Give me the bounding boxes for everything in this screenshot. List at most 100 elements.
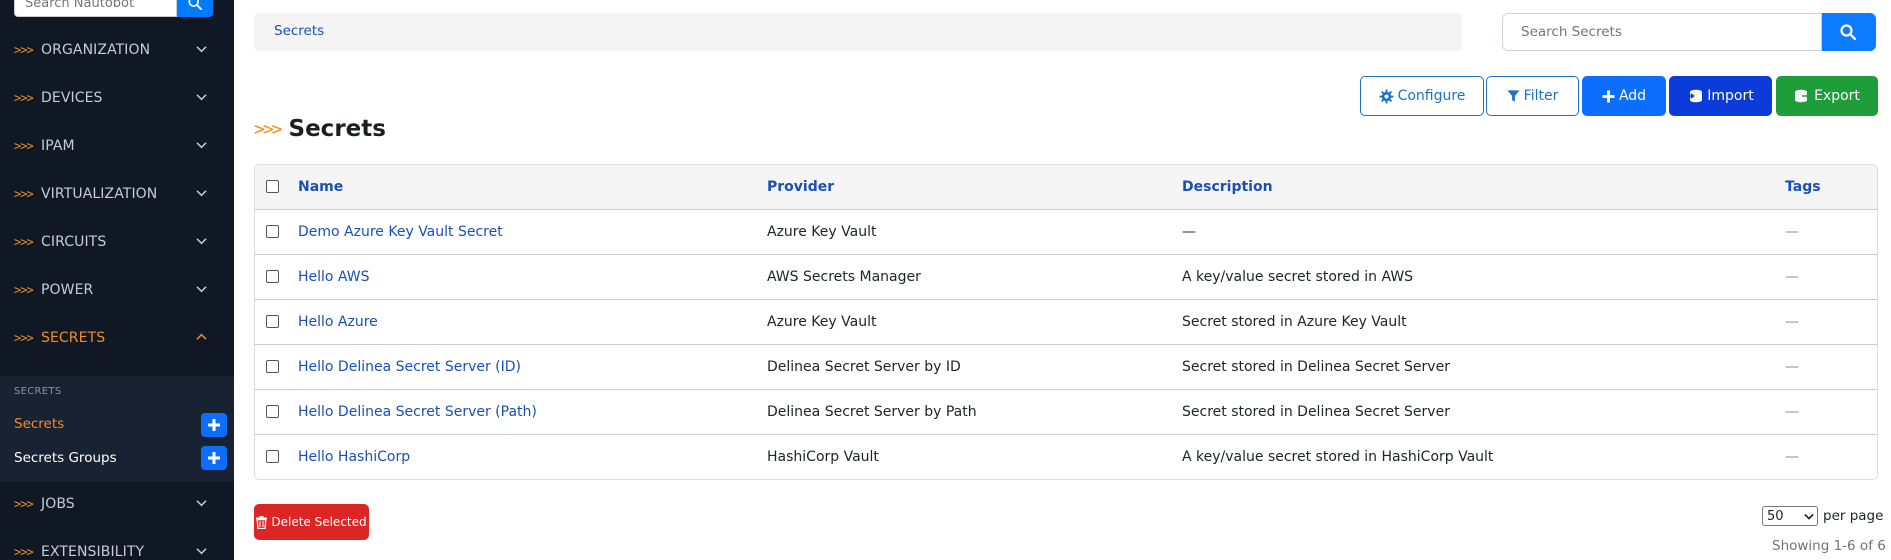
nav-label: IPAM: [41, 138, 75, 154]
nav-chevron-glyph: >>>: [14, 187, 34, 201]
nav-circuits[interactable]: >>> CIRCUITS: [0, 225, 234, 259]
chevron-down-icon: [196, 142, 207, 149]
chevron-down-icon: [196, 46, 207, 53]
nav-chevron-glyph: >>>: [14, 331, 34, 345]
secret-provider: Delinea Secret Server by ID: [767, 359, 961, 375]
filter-button[interactable]: Filter: [1486, 76, 1579, 116]
chevron-down-icon: [196, 190, 207, 197]
configure-button[interactable]: Configure: [1360, 76, 1484, 116]
secret-tags: —: [1785, 224, 1799, 240]
search-secrets-button[interactable]: [1822, 13, 1876, 51]
secret-tags: —: [1785, 269, 1799, 285]
database-export-icon: [1795, 89, 1811, 103]
chevron-down-icon: [1804, 513, 1814, 520]
import-label: Import: [1707, 88, 1754, 104]
column-header-provider[interactable]: Provider: [767, 179, 834, 195]
database-import-icon: [1687, 89, 1703, 103]
delete-selected-label: Delete Selected: [271, 515, 367, 529]
table-row: Hello Delinea Secret Server (Path) Delin…: [255, 390, 1877, 435]
nav-secrets[interactable]: >>> SECRETS: [0, 321, 234, 355]
nav-devices[interactable]: >>> DEVICES: [0, 81, 234, 115]
row-select-checkbox[interactable]: [266, 225, 279, 238]
table-header: Name Provider Description Tags: [255, 165, 1877, 210]
subnav-section-label: SECRETS: [14, 386, 62, 397]
search-icon: [188, 0, 202, 10]
column-header-name[interactable]: Name: [298, 179, 343, 195]
sidebar-search-button[interactable]: [177, 0, 213, 17]
breadcrumb: Secrets: [254, 13, 1462, 51]
secret-name-link[interactable]: Hello Azure: [298, 314, 378, 330]
chevron-down-icon: [196, 286, 207, 293]
nav-label: SECRETS: [41, 330, 106, 346]
per-page-control: 50 per page: [1762, 506, 1883, 526]
plus-icon: [208, 419, 220, 431]
add-secret-button[interactable]: [201, 413, 227, 437]
nav-jobs[interactable]: >>> JOBS: [0, 487, 234, 521]
plus-icon: [208, 452, 220, 464]
column-header-tags[interactable]: Tags: [1785, 179, 1821, 195]
nav-extensibility[interactable]: >>> EXTENSIBILITY: [0, 535, 234, 560]
row-select-checkbox[interactable]: [266, 315, 279, 328]
secret-provider: Azure Key Vault: [767, 224, 877, 240]
secret-name-link[interactable]: Demo Azure Key Vault Secret: [298, 224, 503, 240]
table-row: Hello AWS AWS Secrets Manager A key/valu…: [255, 255, 1877, 300]
secret-name-link[interactable]: Hello AWS: [298, 269, 369, 285]
per-page-select[interactable]: 50: [1762, 506, 1818, 526]
filter-icon: [1507, 90, 1520, 102]
breadcrumb-item-secrets[interactable]: Secrets: [274, 23, 324, 39]
configure-label: Configure: [1397, 88, 1466, 104]
export-label: Export: [1814, 88, 1860, 104]
sidebar: >>> ORGANIZATION >>> DEVICES >>> IPAM >>…: [0, 0, 234, 560]
add-secrets-group-button[interactable]: [201, 446, 227, 470]
search-secrets-input[interactable]: [1503, 14, 1821, 50]
nav-chevron-glyph: >>>: [14, 497, 34, 511]
nav-virtualization[interactable]: >>> VIRTUALIZATION: [0, 177, 234, 211]
row-select-checkbox[interactable]: [266, 405, 279, 418]
secret-provider: AWS Secrets Manager: [767, 269, 921, 285]
sidebar-search-field[interactable]: [14, 0, 177, 17]
table-row: Demo Azure Key Vault Secret Azure Key Va…: [255, 210, 1877, 255]
chevron-down-icon: [196, 500, 207, 507]
secret-description: A key/value secret stored in HashiCorp V…: [1182, 449, 1494, 465]
sidebar-search-input[interactable]: [15, 0, 176, 16]
select-all-checkbox[interactable]: [266, 180, 279, 193]
secret-tags: —: [1785, 404, 1799, 420]
secret-description: Secret stored in Delinea Secret Server: [1182, 359, 1450, 375]
row-select-checkbox[interactable]: [266, 270, 279, 283]
subnav-item-secrets[interactable]: Secrets: [14, 416, 64, 432]
secret-name-link[interactable]: Hello HashiCorp: [298, 449, 410, 465]
column-header-description[interactable]: Description: [1182, 179, 1273, 195]
filter-label: Filter: [1523, 88, 1559, 104]
import-button[interactable]: Import: [1669, 76, 1772, 116]
nav-organization[interactable]: >>> ORGANIZATION: [0, 33, 234, 67]
row-select-checkbox[interactable]: [266, 360, 279, 373]
per-page-value: 50: [1767, 508, 1784, 524]
nav-chevron-glyph: >>>: [14, 91, 34, 105]
secret-provider: HashiCorp Vault: [767, 449, 879, 465]
secret-name-link[interactable]: Hello Delinea Secret Server (Path): [298, 404, 537, 420]
secret-description: —: [1182, 224, 1196, 240]
gear-icon: [1379, 88, 1394, 104]
nav-label: VIRTUALIZATION: [41, 186, 158, 202]
search-icon: [1840, 24, 1856, 40]
secret-tags: —: [1785, 314, 1799, 330]
pagination-summary: Showing 1-6 of 6: [1772, 538, 1886, 554]
subnav-item-secrets-groups[interactable]: Secrets Groups: [14, 450, 117, 466]
export-button[interactable]: Export: [1776, 76, 1878, 116]
delete-selected-button[interactable]: Delete Selected: [254, 504, 369, 540]
secret-tags: —: [1785, 359, 1799, 375]
plus-icon: [1602, 89, 1615, 103]
nav-power[interactable]: >>> POWER: [0, 273, 234, 307]
nav-chevron-glyph: >>>: [14, 43, 34, 57]
nav-label: DEVICES: [41, 90, 103, 106]
nav-label: JOBS: [41, 496, 75, 512]
secret-name-link[interactable]: Hello Delinea Secret Server (ID): [298, 359, 521, 375]
nav-ipam[interactable]: >>> IPAM: [0, 129, 234, 163]
nav-label: POWER: [41, 282, 94, 298]
search-secrets-field[interactable]: [1502, 13, 1822, 51]
chevron-down-icon: [196, 94, 207, 101]
secret-description: A key/value secret stored in AWS: [1182, 269, 1414, 285]
row-select-checkbox[interactable]: [266, 450, 279, 463]
add-label: Add: [1618, 88, 1647, 104]
add-button[interactable]: Add: [1582, 76, 1666, 116]
